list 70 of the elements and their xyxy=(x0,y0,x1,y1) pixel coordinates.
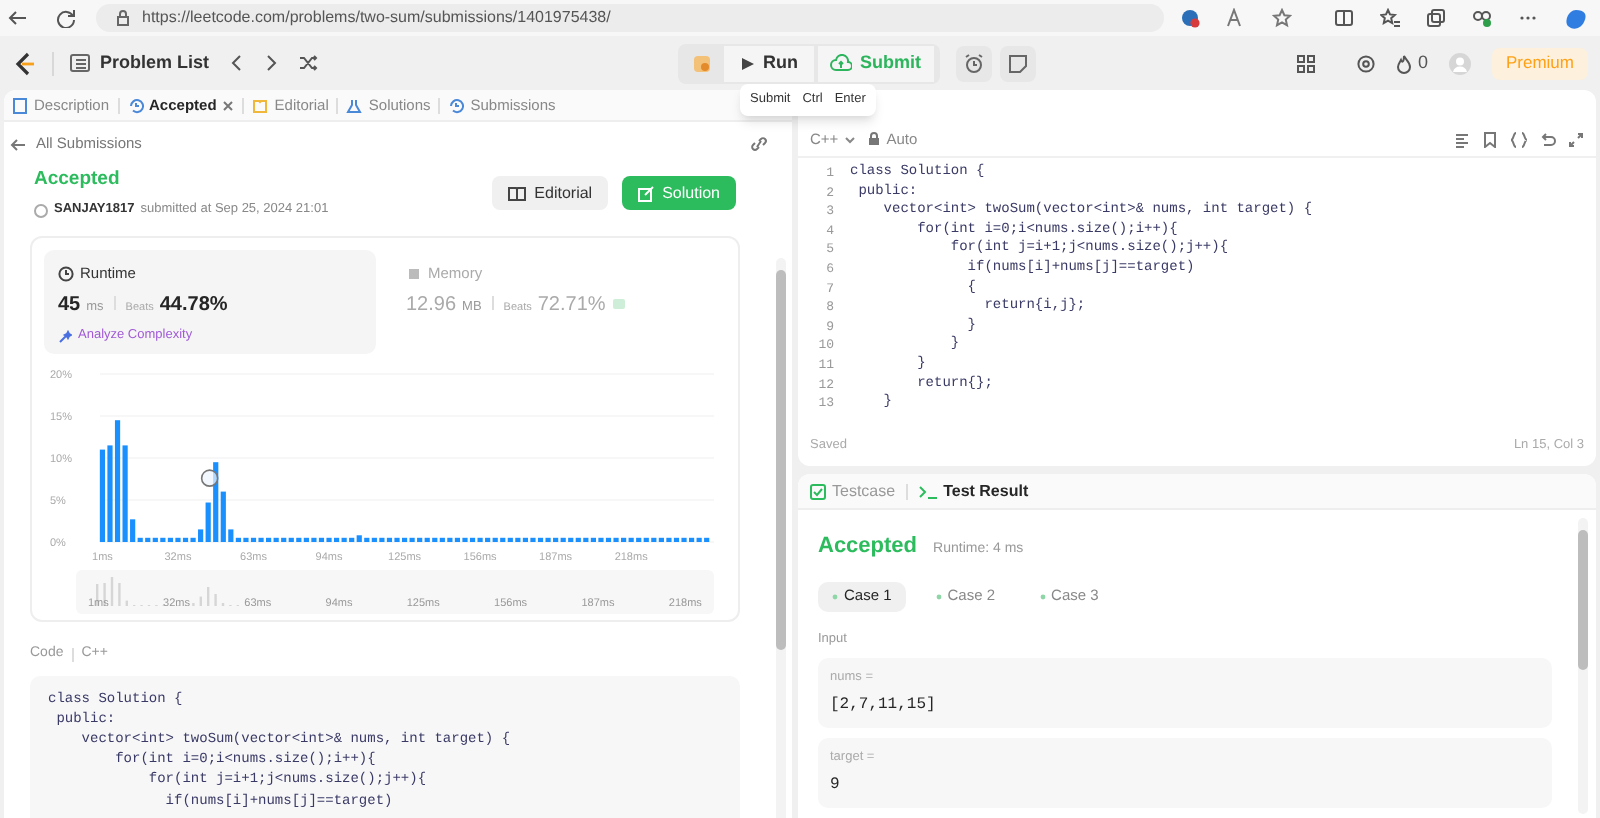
scrollbar-thumb[interactable] xyxy=(1578,530,1588,670)
problem-list-button[interactable]: Problem List xyxy=(70,49,210,77)
dot-icon xyxy=(1039,593,1046,599)
run-button[interactable]: Run xyxy=(723,45,815,81)
sparkle-icon xyxy=(58,329,72,344)
back-icon[interactable] xyxy=(8,8,28,28)
grid-icon[interactable] xyxy=(1295,53,1316,73)
book-icon xyxy=(252,97,269,113)
play-icon xyxy=(739,55,754,71)
book-icon xyxy=(508,185,527,201)
chevron-right-icon[interactable] xyxy=(265,54,278,72)
badge-icon xyxy=(611,298,626,311)
history-icon xyxy=(127,97,144,113)
tab[interactable]: Testcase xyxy=(810,479,896,503)
lock-icon xyxy=(868,132,881,146)
star-icon[interactable] xyxy=(1272,8,1292,28)
parameter-value: 9 xyxy=(830,773,842,798)
bookmark-icon[interactable] xyxy=(1482,131,1498,147)
scrollbar[interactable] xyxy=(1578,518,1588,814)
dot-icon xyxy=(935,593,942,599)
lock-icon xyxy=(116,10,130,26)
terminal-icon xyxy=(917,483,938,499)
result-status: Accepted xyxy=(818,532,918,562)
favorites-icon[interactable] xyxy=(1380,8,1400,28)
timer-icon[interactable] xyxy=(955,45,992,81)
link-icon[interactable] xyxy=(750,136,768,152)
stat-value: 45 xyxy=(58,292,81,321)
history-icon xyxy=(448,97,465,113)
read-aloud-icon[interactable] xyxy=(1226,8,1246,28)
edit-icon xyxy=(638,185,655,201)
flame-icon xyxy=(1395,53,1412,73)
settings-icon[interactable] xyxy=(1355,53,1376,73)
list-icon xyxy=(70,54,90,72)
tab[interactable]: Test Result xyxy=(917,479,1029,503)
submit-button[interactable]: Submit xyxy=(818,45,934,81)
flask-icon xyxy=(346,97,363,113)
refresh-icon[interactable] xyxy=(56,8,76,28)
braces-icon[interactable] xyxy=(1510,131,1528,147)
caret-icon xyxy=(844,135,857,143)
parameter-value: [2,7,11,15] xyxy=(830,694,938,718)
dot-icon xyxy=(832,593,838,599)
back-arrow-icon xyxy=(10,137,26,151)
expand-icon[interactable] xyxy=(1568,131,1584,147)
avatar-icon xyxy=(34,203,48,218)
extension-icon[interactable] xyxy=(1180,8,1200,28)
clock-icon xyxy=(58,265,74,282)
undo-icon[interactable] xyxy=(1540,131,1556,147)
solution-button[interactable]: Solution xyxy=(622,176,736,210)
format-icon[interactable] xyxy=(1454,131,1470,147)
beats-percentage: 44.78% xyxy=(159,292,228,321)
checkbox-icon xyxy=(810,483,826,499)
note-icon[interactable] xyxy=(999,45,1036,81)
streak-counter[interactable]: 0 xyxy=(1395,49,1428,77)
document-icon xyxy=(12,97,28,113)
cloud-upload-icon xyxy=(830,54,853,72)
submission-status: Accepted xyxy=(34,166,122,194)
shuffle-icon[interactable] xyxy=(297,54,318,72)
logo-icon[interactable] xyxy=(12,49,36,77)
beats-percentage: 72.71% xyxy=(537,292,606,321)
split-screen-icon[interactable] xyxy=(1334,8,1354,28)
collections-icon[interactable] xyxy=(1426,8,1446,28)
close-icon[interactable] xyxy=(222,99,235,111)
chevron-left-icon[interactable] xyxy=(229,54,242,72)
runtime-marker xyxy=(200,469,219,487)
scrollbar-thumb[interactable] xyxy=(776,270,786,650)
stat-value: 12.96 xyxy=(406,292,457,321)
scrollbar[interactable] xyxy=(776,258,786,818)
performance-icon[interactable] xyxy=(1472,8,1492,28)
editorial-button[interactable]: Editorial xyxy=(492,176,609,210)
address-bar[interactable]: https://leetcode.com/problems/two-sum/submissions/1401975438/ xyxy=(96,4,1164,32)
